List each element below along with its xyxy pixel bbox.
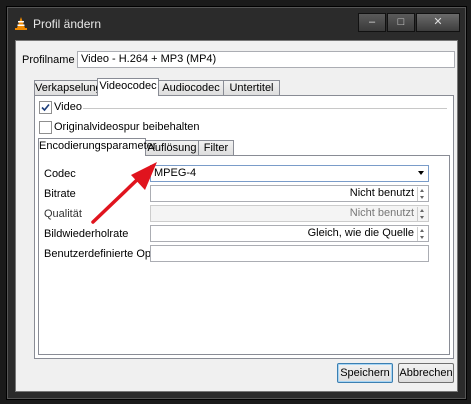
video-checkbox[interactable] — [39, 101, 52, 114]
framerate-spin-arrows-icon[interactable] — [417, 227, 427, 241]
tab-untertitel[interactable]: Untertitel — [223, 80, 280, 96]
custom-options-input[interactable] — [150, 245, 429, 262]
bitrate-spinbox[interactable]: Nicht benutzt — [150, 185, 429, 202]
chevron-down-icon — [418, 171, 424, 175]
quality-spin-arrows-icon[interactable] — [417, 207, 427, 221]
quality-value: Nicht benutzt — [349, 207, 414, 219]
videocodec-panel: Video Originalvideospur beibehalten Enco… — [34, 95, 454, 359]
close-button[interactable]: ✕ — [416, 13, 460, 32]
profile-name-label: Profilname — [22, 54, 75, 66]
tab-videocodec[interactable]: Videocodec — [97, 78, 159, 96]
framerate-value: Gleich, wie die Quelle — [307, 227, 414, 239]
cancel-button[interactable]: Abbrechen — [398, 363, 454, 383]
tab-filter[interactable]: Filter — [198, 140, 234, 156]
profile-dialog: Profil ändern – □ ✕ Profilname Video - H… — [6, 6, 467, 400]
codec-label: Codec — [44, 168, 76, 180]
maximize-button[interactable]: □ — [387, 13, 415, 32]
title-bar[interactable]: Profil ändern – □ ✕ — [7, 7, 466, 39]
video-label: Video — [54, 101, 82, 113]
profile-name-input[interactable]: Video - H.264 + MP3 (MP4) — [77, 51, 455, 68]
bitrate-spin-arrows-icon[interactable] — [417, 187, 427, 201]
keep-original-label: Originalvideospur beibehalten — [54, 121, 200, 133]
red-arrow-icon — [91, 162, 157, 224]
checkmark-icon — [41, 103, 50, 112]
bitrate-value: Nicht benutzt — [349, 187, 414, 199]
framerate-label: Bildwiederholrate — [44, 228, 129, 240]
bitrate-label: Bitrate — [44, 188, 76, 200]
tab-encodierungsparameter[interactable]: Encodierungsparameter — [38, 138, 156, 156]
keep-original-checkbox[interactable] — [39, 121, 52, 134]
quality-spinbox[interactable]: Nicht benutzt — [150, 205, 429, 222]
vlc-cone-icon — [15, 17, 27, 30]
minimize-button[interactable]: – — [358, 13, 386, 32]
tab-audiocodec[interactable]: Audiocodec — [158, 80, 224, 96]
save-button[interactable]: Speichern — [337, 363, 393, 383]
tab-verkapselung[interactable]: Verkapselung — [34, 80, 102, 96]
framerate-spinbox[interactable]: Gleich, wie die Quelle — [150, 225, 429, 242]
dialog-client-area: Profilname Video - H.264 + MP3 (MP4) Ver… — [15, 40, 458, 392]
quality-label: Qualität — [44, 208, 82, 220]
video-separator — [83, 108, 447, 109]
window-title: Profil ändern — [33, 17, 102, 31]
codec-combobox[interactable]: MPEG-4 — [150, 165, 429, 182]
encoding-params-panel: Codec MPEG-4 Bitrate Nicht benutzt Quali… — [38, 155, 450, 355]
